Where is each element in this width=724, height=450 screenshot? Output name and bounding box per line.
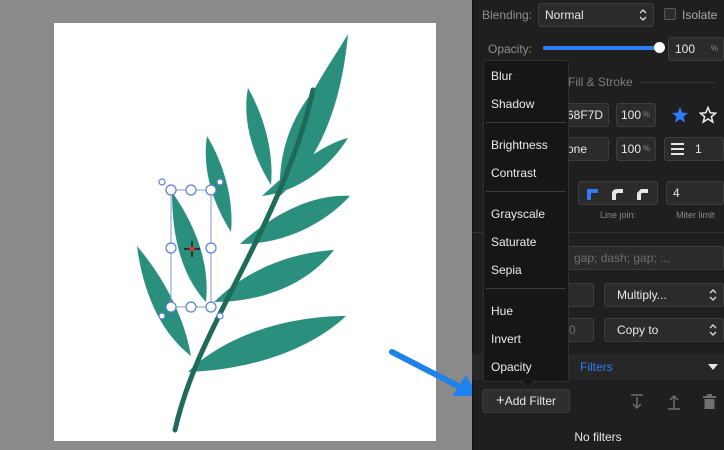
star-outline-icon[interactable]: [699, 106, 717, 124]
resize-handle[interactable]: [185, 184, 197, 196]
filters-tab[interactable]: Filters: [580, 360, 613, 374]
miter-limit-value: 4: [673, 186, 680, 200]
blending-label: Blending:: [482, 8, 533, 22]
rotate-handle[interactable]: [216, 312, 224, 320]
filter-dropdown-menu: Blur Shadow Brightness Contrast Grayscale Sat…: [483, 60, 569, 386]
canvas-area[interactable]: [0, 0, 472, 450]
copy-partial-value: 0: [569, 323, 576, 337]
menu-separator: [486, 288, 566, 289]
resize-handle[interactable]: [165, 184, 177, 196]
menu-pointer: [523, 381, 533, 386]
opacity-slider-thumb[interactable]: [654, 42, 665, 53]
dash-placeholder: gap; dash; gap; ...: [574, 251, 671, 265]
isolate-label: Isolate: [682, 8, 718, 22]
rotate-handle[interactable]: [158, 312, 166, 320]
miter-limit-label: Miter limit: [676, 210, 715, 220]
fill-hex-value: 68F7D: [567, 108, 604, 122]
opacity-value: 100: [675, 42, 696, 56]
fill-stroke-divider: [640, 82, 716, 83]
stroke-width-value: 1: [695, 142, 702, 156]
resize-handle[interactable]: [185, 301, 197, 313]
filter-option-blur[interactable]: Blur: [491, 69, 512, 83]
line-join-group: [578, 181, 658, 205]
artwork-svg[interactable]: [0, 0, 472, 450]
dash-pattern-input[interactable]: gap; dash; gap; ...: [562, 246, 724, 270]
align-bottom-icon[interactable]: [630, 394, 644, 410]
copy-to-select[interactable]: Copy to: [604, 318, 724, 342]
plus-icon: +: [495, 392, 505, 409]
fill-opacity-value: 100: [621, 108, 642, 122]
filter-option-contrast[interactable]: Contrast: [491, 166, 536, 180]
isolate-checkbox[interactable]: [664, 8, 676, 20]
rotate-handle[interactable]: [158, 178, 166, 186]
opacity-slider[interactable]: [543, 42, 665, 53]
stroke-width-icon: [671, 143, 684, 155]
leaf-selected[interactable]: [172, 192, 207, 302]
trash-icon[interactable]: [703, 394, 716, 410]
add-filter-label: Add Filter: [504, 394, 557, 408]
select-chevron-icon: [639, 9, 647, 21]
line-join-miter-icon[interactable]: [585, 187, 599, 201]
filter-option-brightness[interactable]: Brightness: [491, 138, 548, 152]
fill-opacity-unit: %: [642, 110, 650, 119]
opacity-slider-fill: [543, 46, 660, 50]
resize-handle[interactable]: [165, 242, 177, 254]
star-filled-icon[interactable]: [671, 106, 689, 124]
filter-option-grayscale[interactable]: Grayscale: [491, 207, 545, 221]
menu-separator: [486, 122, 566, 123]
resize-handle[interactable]: [165, 301, 177, 313]
chevron-down-icon[interactable]: [708, 364, 718, 370]
blend-mode-value: Multiply...: [617, 288, 667, 302]
stroke-opacity-input[interactable]: 100 %: [616, 137, 656, 161]
blending-value: Normal: [545, 8, 584, 22]
filter-option-sepia[interactable]: Sepia: [491, 263, 522, 277]
select-chevron-icon: [709, 289, 717, 301]
stroke-color-input[interactable]: one: [562, 137, 609, 161]
leaf-bottom-right[interactable]: [188, 316, 346, 372]
opacity-unit: %: [710, 44, 718, 53]
upload-icon[interactable]: [667, 394, 681, 410]
resize-handle[interactable]: [205, 242, 217, 254]
annotation-arrow: [389, 349, 472, 396]
filter-option-invert[interactable]: Invert: [491, 332, 521, 346]
fill-stroke-header: Fill & Stroke: [568, 75, 633, 89]
stroke-width-input[interactable]: 1: [664, 137, 724, 161]
stroke-opacity-unit: %: [642, 144, 650, 153]
filter-option-shadow[interactable]: Shadow: [491, 97, 534, 111]
rotate-handle[interactable]: [216, 178, 224, 186]
line-join-bevel-icon[interactable]: [635, 187, 649, 201]
line-join-round-icon[interactable]: [610, 187, 624, 201]
filter-option-opacity[interactable]: Opacity: [491, 360, 532, 374]
menu-separator: [486, 191, 566, 192]
fill-color-input[interactable]: 68F7D: [562, 103, 609, 127]
add-filter-button[interactable]: +Add Filter: [482, 389, 570, 413]
resize-handle[interactable]: [205, 184, 217, 196]
stroke-value: one: [567, 142, 588, 156]
opacity-label: Opacity:: [488, 42, 533, 56]
filter-option-saturate[interactable]: Saturate: [491, 235, 536, 249]
copy-to-value: Copy to: [617, 323, 659, 337]
stroke-opacity-value: 100: [621, 142, 642, 156]
resize-handle[interactable]: [205, 301, 217, 313]
select-chevron-icon: [709, 324, 717, 336]
blend-mode-select[interactable]: Multiply...: [604, 283, 724, 307]
line-join-label: Line join:: [600, 210, 637, 220]
no-filters-message: No filters: [574, 430, 622, 444]
filter-option-hue[interactable]: Hue: [491, 304, 513, 318]
miter-limit-input[interactable]: 4: [666, 181, 724, 205]
opacity-input[interactable]: 100 %: [668, 37, 724, 61]
fill-opacity-input[interactable]: 100 %: [616, 103, 656, 127]
leaf-upper-left[interactable]: [246, 88, 272, 185]
blending-select[interactable]: Normal: [538, 3, 654, 27]
